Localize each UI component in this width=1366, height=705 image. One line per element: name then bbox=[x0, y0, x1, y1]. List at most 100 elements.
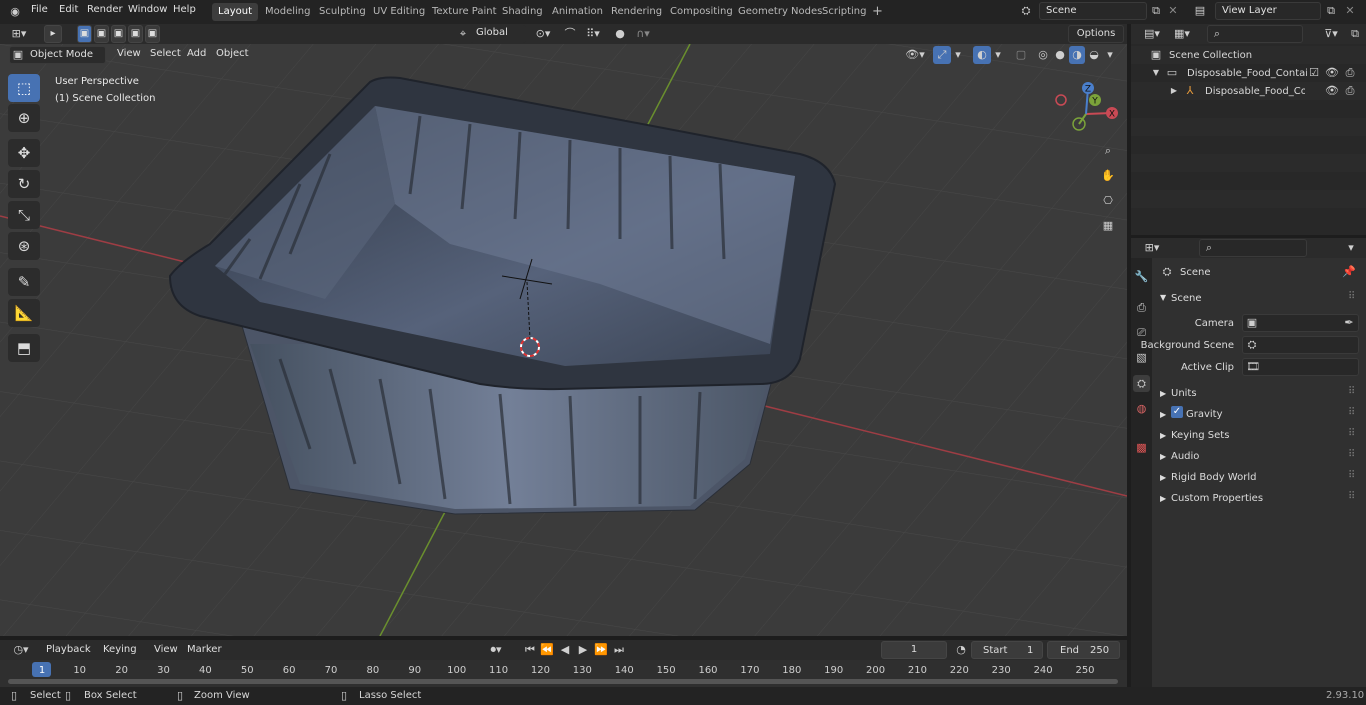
zoom-icon[interactable]: ⌕ bbox=[1098, 142, 1118, 160]
background-scene-field[interactable] bbox=[1242, 336, 1359, 354]
tab-texture-paint[interactable]: Texture Paint bbox=[426, 3, 503, 21]
prev-keyframe-icon[interactable]: ⏪ bbox=[539, 641, 555, 659]
tab-scripting[interactable]: Scripting bbox=[816, 3, 872, 21]
overlay-dropdown-icon[interactable]: ▾ bbox=[992, 46, 1004, 64]
menu-marker[interactable]: Marker bbox=[187, 644, 222, 655]
eyedropper-icon[interactable]: ✒ bbox=[1342, 314, 1356, 332]
3d-viewport[interactable]: User Perspective (1) Scene Collection X … bbox=[0, 44, 1127, 636]
menu-select[interactable]: Select bbox=[150, 48, 181, 59]
tab-compositing[interactable]: Compositing bbox=[664, 3, 739, 21]
menu-timeline-view[interactable]: View bbox=[154, 644, 178, 655]
camera-view-icon[interactable]: ⎔ bbox=[1098, 192, 1118, 210]
move-tool-icon[interactable]: ✥ bbox=[8, 139, 40, 167]
pin-icon[interactable]: 📌 bbox=[1342, 263, 1356, 281]
outliner-item-label[interactable]: Disposable_Food_Container_v bbox=[1187, 68, 1307, 79]
rotate-tool-icon[interactable]: ↻ bbox=[8, 170, 40, 198]
expand-arrow-icon[interactable]: ▶ bbox=[1169, 82, 1179, 100]
panel-expand-icon[interactable]: ▶ bbox=[1160, 389, 1166, 398]
outliner-editor-icon[interactable]: ▤▾ bbox=[1139, 25, 1165, 43]
copy-view-layer-icon[interactable]: ⧉ bbox=[1323, 2, 1339, 20]
filter-icon[interactable]: ⊽▾ bbox=[1319, 25, 1343, 43]
shading-wireframe-icon[interactable]: ◎ bbox=[1035, 46, 1051, 64]
proportional-edit-icon[interactable]: ● bbox=[612, 25, 628, 43]
menu-help[interactable]: Help bbox=[173, 4, 196, 15]
view-layer-field[interactable]: View Layer bbox=[1215, 2, 1321, 20]
mode-invert-icon[interactable]: ▣ bbox=[128, 25, 143, 43]
menu-add[interactable]: Add bbox=[187, 48, 206, 59]
orientation-dropdown[interactable]: Global bbox=[470, 25, 526, 43]
play-reverse-icon[interactable]: ◀ bbox=[557, 641, 573, 659]
menu-view[interactable]: View bbox=[117, 48, 141, 59]
menu-keying[interactable]: Keying bbox=[103, 644, 137, 655]
xray-toggle-icon[interactable]: ▢ bbox=[1013, 46, 1029, 64]
panel-expand-icon[interactable]: ▶ bbox=[1160, 473, 1166, 482]
select-box-tool-icon[interactable]: ⬚ bbox=[8, 74, 40, 102]
world-tab-icon[interactable]: ◍ bbox=[1133, 400, 1150, 417]
camera-icon[interactable]: ⎙ bbox=[1343, 82, 1357, 100]
gizmo-x-label[interactable]: X bbox=[1109, 110, 1115, 120]
select-tool-button[interactable]: ▸ bbox=[44, 25, 62, 43]
eye-icon[interactable]: 👁 bbox=[1325, 82, 1339, 100]
add-cube-tool-icon[interactable]: ⬒ bbox=[8, 334, 40, 362]
cursor-tool-icon[interactable]: ⊕ bbox=[8, 104, 40, 132]
menu-render[interactable]: Render bbox=[87, 4, 123, 15]
annotate-tool-icon[interactable]: ✎ bbox=[8, 268, 40, 296]
clock-icon[interactable]: ◔ bbox=[953, 641, 969, 659]
shading-material-icon[interactable]: ◑ bbox=[1069, 46, 1085, 64]
scene-icon[interactable]: ⛭ bbox=[1014, 2, 1038, 20]
current-frame-field[interactable]: 1 bbox=[881, 641, 947, 659]
pivot-icon[interactable]: ⊙▾ bbox=[530, 25, 556, 43]
audio-panel-title[interactable]: Audio bbox=[1171, 451, 1199, 462]
gravity-panel-title[interactable]: Gravity bbox=[1186, 409, 1223, 420]
shading-dropdown-icon[interactable]: ▾ bbox=[1104, 46, 1116, 64]
tool-tab-icon[interactable]: 🔧 bbox=[1133, 268, 1150, 285]
tab-modeling[interactable]: Modeling bbox=[259, 3, 317, 21]
navigation-gizmo[interactable]: X Z Y bbox=[1048, 80, 1127, 140]
jump-end-icon[interactable]: ⏭ bbox=[611, 641, 627, 659]
pan-hand-icon[interactable]: ✋ bbox=[1098, 167, 1118, 185]
panel-expand-icon[interactable]: ▶ bbox=[1160, 410, 1166, 419]
view-layer-icon[interactable]: ▤ bbox=[1188, 2, 1212, 20]
gravity-checkbox[interactable]: ✓ bbox=[1171, 406, 1183, 418]
gizmo-y-label[interactable]: Y bbox=[1091, 97, 1098, 107]
outliner[interactable]: ▤▾ ▦▾ ⌕ ⊽▾ ⧉ ▣ Scene Collection ▼ ▭ Disp… bbox=[1131, 24, 1366, 235]
shading-solid-icon[interactable]: ● bbox=[1052, 46, 1068, 64]
panel-expand-icon[interactable]: ▶ bbox=[1160, 452, 1166, 461]
panel-expand-icon[interactable]: ▼ bbox=[1160, 293, 1166, 302]
gizmo-z-label[interactable]: Z bbox=[1085, 85, 1091, 95]
render-tab-icon[interactable]: ⎙ bbox=[1133, 299, 1150, 316]
menu-playback[interactable]: Playback bbox=[46, 644, 91, 655]
snap-target-icon[interactable]: ⠿▾ bbox=[580, 25, 606, 43]
view-layer-tab-icon[interactable]: ▧ bbox=[1133, 349, 1150, 366]
display-mode-icon[interactable]: ▦▾ bbox=[1169, 25, 1195, 43]
tab-sculpting[interactable]: Sculpting bbox=[313, 3, 372, 21]
panel-expand-icon[interactable]: ▶ bbox=[1160, 431, 1166, 440]
next-keyframe-icon[interactable]: ⏩ bbox=[593, 641, 609, 659]
rigid-body-world-panel-title[interactable]: Rigid Body World bbox=[1171, 472, 1256, 483]
gizmo-dropdown-icon[interactable]: ▾ bbox=[952, 46, 964, 64]
checkbox-icon[interactable]: ☑ bbox=[1308, 64, 1320, 82]
mode-intersect-icon[interactable]: ▣ bbox=[145, 25, 160, 43]
properties-options-icon[interactable]: ▾ bbox=[1343, 239, 1359, 257]
play-icon[interactable]: ▶ bbox=[575, 641, 591, 659]
menu-edit[interactable]: Edit bbox=[59, 4, 78, 15]
jump-start-icon[interactable]: ⏮ bbox=[522, 641, 538, 659]
snap-icon[interactable]: ⌒ bbox=[562, 25, 578, 43]
tab-geometry-nodes[interactable]: Geometry Nodes bbox=[732, 3, 828, 21]
falloff-icon[interactable]: ∩▾ bbox=[630, 25, 656, 43]
eye-icon[interactable]: 👁 bbox=[1325, 64, 1339, 82]
properties-search-input[interactable] bbox=[1199, 239, 1307, 257]
drag-handle-icon[interactable]: ⠿ bbox=[1348, 291, 1355, 302]
drag-handle-icon[interactable]: ⠿ bbox=[1348, 491, 1355, 502]
scale-tool-icon[interactable]: ⤡ bbox=[8, 201, 40, 229]
output-tab-icon[interactable]: ⎚ bbox=[1133, 324, 1150, 341]
scene-panel-title[interactable]: Scene bbox=[1171, 293, 1202, 304]
visibility-icon[interactable]: 👁▾ bbox=[902, 46, 928, 64]
scene-tab-icon[interactable]: ⛭ bbox=[1133, 375, 1150, 392]
tab-rendering[interactable]: Rendering bbox=[605, 3, 668, 21]
timeline-editor-icon[interactable]: ◷▾ bbox=[8, 641, 34, 659]
viewport-scene[interactable] bbox=[0, 44, 1127, 636]
close-scene-icon[interactable]: ✕ bbox=[1165, 2, 1181, 20]
properties-editor[interactable]: ⊞▾ ⌕ ▾ bbox=[1131, 238, 1366, 687]
menu-object[interactable]: Object bbox=[216, 48, 249, 59]
